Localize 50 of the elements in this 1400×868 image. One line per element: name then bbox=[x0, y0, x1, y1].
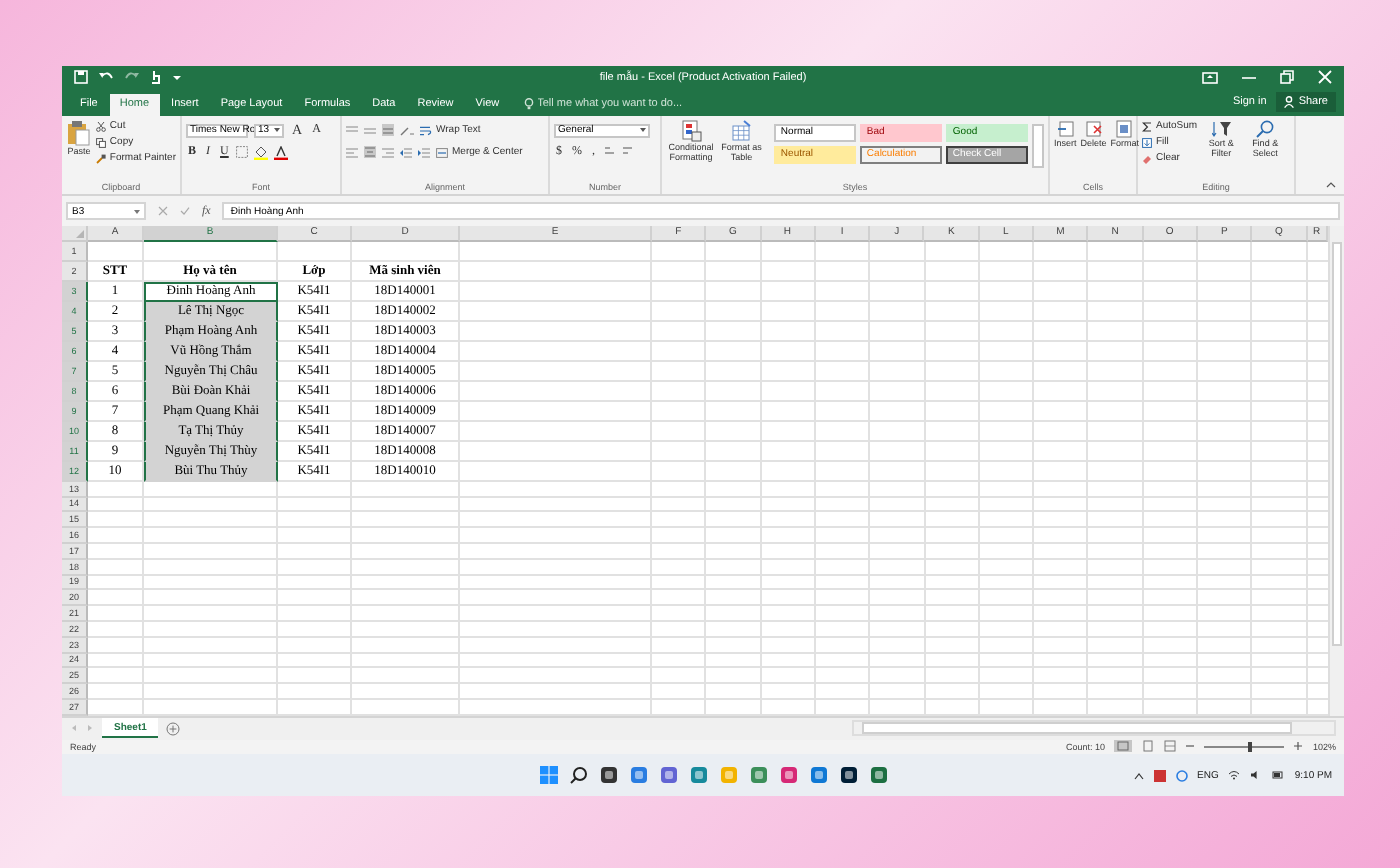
battery-icon[interactable] bbox=[1272, 770, 1285, 781]
caret-icon bbox=[640, 128, 646, 133]
close-icon[interactable] bbox=[1318, 70, 1332, 85]
speaker-icon[interactable] bbox=[1250, 770, 1263, 781]
page-break-icon[interactable] bbox=[1164, 740, 1177, 753]
add-sheet-icon[interactable] bbox=[166, 721, 181, 736]
gallery-scrollbar[interactable] bbox=[1032, 123, 1044, 168]
align-bottom-icon[interactable] bbox=[382, 124, 394, 137]
orientation-icon[interactable] bbox=[400, 125, 414, 136]
caret-icon[interactable] bbox=[172, 73, 182, 82]
restore-icon[interactable] bbox=[1280, 70, 1294, 85]
merge-icon bbox=[436, 147, 448, 158]
sigma-icon bbox=[1142, 121, 1152, 132]
caret-icon bbox=[274, 128, 280, 133]
minimize-icon[interactable] bbox=[1242, 71, 1256, 84]
fill-color-icon[interactable] bbox=[254, 145, 269, 160]
wrap-icon bbox=[420, 125, 432, 136]
chevron-up-icon[interactable] bbox=[1133, 771, 1144, 780]
copy-icon bbox=[95, 137, 106, 148]
caret-icon bbox=[134, 209, 140, 214]
align-center-icon[interactable] bbox=[364, 146, 376, 159]
eraser-icon bbox=[1142, 153, 1152, 164]
minus-icon[interactable] bbox=[1186, 742, 1195, 751]
wifi-icon[interactable] bbox=[1228, 770, 1241, 781]
search-icon[interactable] bbox=[569, 766, 588, 785]
save-icon[interactable] bbox=[74, 70, 88, 85]
increase-decimal-icon[interactable] bbox=[603, 146, 615, 157]
vertical-scrollbar[interactable] bbox=[1328, 225, 1344, 716]
plus-icon[interactable] bbox=[1294, 742, 1303, 751]
page-layout-icon[interactable] bbox=[1142, 740, 1155, 753]
lightbulb-icon bbox=[523, 98, 534, 111]
font-color-icon[interactable] bbox=[274, 145, 289, 160]
checkmark-icon[interactable] bbox=[180, 206, 190, 217]
brush-icon bbox=[95, 153, 106, 164]
borders-icon[interactable] bbox=[236, 146, 249, 159]
increase-indent-icon[interactable] bbox=[418, 147, 430, 158]
cancel-icon[interactable] bbox=[158, 206, 168, 217]
person-icon bbox=[1284, 96, 1295, 109]
ribbon-display-icon[interactable] bbox=[1202, 71, 1218, 84]
sort-funnel-icon bbox=[1211, 119, 1232, 138]
horizontal-scrollbar[interactable] bbox=[852, 720, 1336, 737]
decrease-decimal-icon[interactable] bbox=[621, 146, 633, 157]
down-arrow-box-icon bbox=[1142, 137, 1152, 148]
windows-logo-icon[interactable] bbox=[539, 766, 558, 785]
scissors-icon bbox=[95, 121, 106, 132]
normal-view-icon[interactable] bbox=[1114, 740, 1133, 753]
search-icon bbox=[1256, 119, 1275, 138]
collapse-ribbon-icon[interactable] bbox=[1326, 181, 1336, 188]
decrease-indent-icon[interactable] bbox=[400, 147, 412, 158]
touch-mode-icon[interactable] bbox=[150, 70, 162, 85]
